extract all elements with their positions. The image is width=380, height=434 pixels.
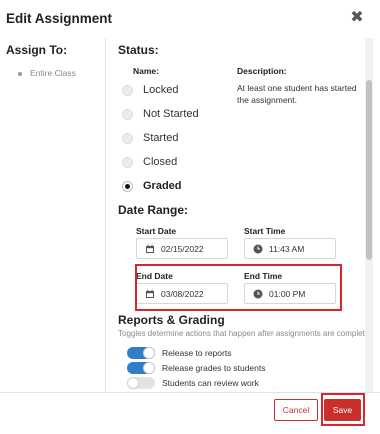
- close-icon[interactable]: ✖: [348, 9, 366, 27]
- status-description-column-header: Description:: [237, 66, 287, 76]
- toggle-switch-on[interactable]: [127, 346, 155, 359]
- toggle-switch-on[interactable]: [127, 361, 155, 374]
- toggle-switch-off[interactable]: [127, 376, 155, 389]
- toggle-knob: [143, 346, 155, 359]
- cancel-button[interactable]: Cancel: [274, 399, 318, 421]
- radio-button[interactable]: [122, 132, 133, 144]
- assign-to-item-entire-class[interactable]: Entire Class: [18, 68, 76, 78]
- status-heading: Status:: [118, 43, 159, 57]
- assign-to-item-label: Entire Class: [30, 68, 76, 78]
- scrollbar-thumb[interactable]: [366, 80, 372, 260]
- status-option-label: Started: [143, 132, 179, 144]
- toggle-knob: [127, 376, 139, 389]
- status-option-label: Graded: [143, 180, 182, 192]
- assign-to-panel: Assign To: Entire Class: [0, 38, 106, 392]
- modal-header: Edit Assignment ✖: [0, 0, 380, 38]
- calendar-icon: [146, 244, 154, 253]
- toggle-label: Students can review work: [162, 377, 259, 388]
- reports-grading-subtitle: Toggles determine actions that happen af…: [118, 329, 365, 338]
- start-time-input[interactable]: 11:43 AM: [244, 238, 336, 259]
- status-name-column-header: Name:: [133, 66, 159, 76]
- assign-to-heading: Assign To:: [6, 43, 68, 57]
- toggle-row-release-to-reports[interactable]: Release to reports: [127, 346, 231, 359]
- start-date-value: 02/15/2022: [161, 243, 204, 254]
- status-option-label: Locked: [143, 84, 179, 96]
- settings-panel: Status: Name: Description: Locked Not St…: [107, 38, 365, 392]
- toggle-row-release-grades[interactable]: Release grades to students: [127, 361, 265, 374]
- reports-grading-heading: Reports & Grading: [118, 313, 225, 327]
- toggle-label: Release grades to students: [162, 362, 266, 373]
- clock-icon: [253, 244, 263, 253]
- status-option-closed[interactable]: Closed: [122, 154, 177, 170]
- radio-button[interactable]: [122, 84, 133, 96]
- bullet-icon: [18, 71, 22, 76]
- date-range-heading: Date Range:: [118, 203, 189, 217]
- start-date-input[interactable]: 02/15/2022: [136, 238, 228, 259]
- end-date-time-highlight-box: [135, 264, 342, 311]
- radio-button[interactable]: [122, 108, 133, 120]
- radio-button[interactable]: [122, 156, 133, 168]
- toggle-row-students-review[interactable]: Students can review work: [127, 376, 259, 389]
- status-option-graded[interactable]: Graded: [122, 178, 182, 194]
- save-button-highlight-box: [321, 393, 365, 426]
- status-option-locked[interactable]: Locked: [122, 82, 178, 98]
- toggle-label: Release to reports: [162, 347, 232, 358]
- status-option-label: Closed: [143, 156, 178, 168]
- status-option-not-started[interactable]: Not Started: [122, 106, 199, 122]
- start-time-value: 11:43 AM: [269, 243, 305, 254]
- modal-title: Edit Assignment: [6, 11, 113, 26]
- toggle-knob: [143, 361, 155, 374]
- start-date-label: Start Date: [136, 226, 177, 236]
- status-description: At least one student has started the ass…: [237, 83, 357, 105]
- status-option-label: Not Started: [143, 108, 199, 120]
- status-option-started[interactable]: Started: [122, 130, 178, 146]
- start-time-label: Start Time: [244, 226, 286, 236]
- radio-button-selected[interactable]: [122, 180, 133, 192]
